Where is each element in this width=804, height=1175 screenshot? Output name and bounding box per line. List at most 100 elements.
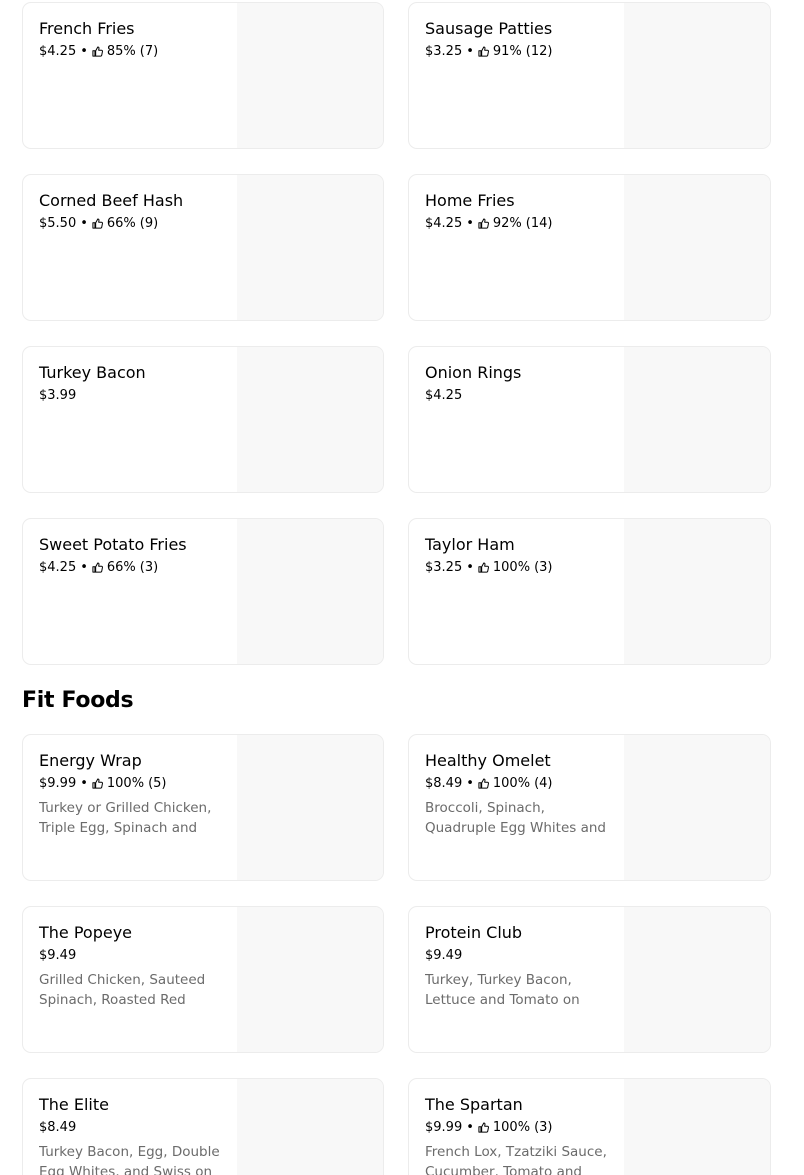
item-image-placeholder [624, 1079, 770, 1175]
card-text: The Spartan $9.99 • 100% (3) French Lox, Tzat… [425, 1094, 607, 1175]
card-text: Energy Wrap $9.99 • 100% (5) Turkey or Grille… [39, 750, 221, 838]
item-name: The Elite [39, 1095, 109, 1114]
menu-item-card-corned-beef-hash[interactable]: Corned Beef Hash $5.50 • 66% (9) [22, 174, 384, 321]
item-name: Onion Rings [425, 363, 522, 382]
item-meta: $3.99 [39, 387, 221, 404]
item-meta: $9.99 • 100% (5) [39, 775, 221, 792]
menu-item-card-home-fries[interactable]: Home Fries $4.25 • 92% (14) [408, 174, 771, 321]
item-price: $4.25 [39, 44, 77, 59]
side-items-grid: French Fries $4.25 • 85% (7) Sausage Patties $… [22, 2, 771, 665]
item-rating-count: (12) [525, 44, 553, 59]
item-price: $8.49 [39, 1120, 77, 1135]
thumbs-up-icon [478, 778, 489, 789]
item-rating-count: (3) [139, 560, 159, 575]
card-text: Healthy Omelet $8.49 • 100% (4) Broccoli, Spi… [425, 750, 607, 838]
card-text: The Popeye $9.49 Grilled Chicken, Sauteed … [39, 922, 221, 1010]
item-meta: $5.50 • 66% (9) [39, 215, 221, 232]
item-meta: $3.25 • 91% (12) [425, 43, 607, 60]
item-image-placeholder [624, 175, 770, 320]
item-rating: 92% [492, 216, 522, 231]
separator-dot: • [466, 560, 474, 575]
card-text: Taylor Ham $3.25 • 100% (3) [425, 534, 607, 576]
card-text: Home Fries $4.25 • 92% (14) [425, 190, 607, 232]
item-name: Taylor Ham [425, 535, 515, 554]
item-rating: 91% [492, 44, 522, 59]
item-image-placeholder [624, 347, 770, 492]
item-rating-count: (14) [525, 216, 553, 231]
menu-item-card-onion-rings[interactable]: Onion Rings $4.25 [408, 346, 771, 493]
separator-dot: • [466, 216, 474, 231]
item-image-placeholder [624, 3, 770, 148]
menu-item-card-healthy-omelet[interactable]: Healthy Omelet $8.49 • 100% (4) Broccoli, Spi… [408, 734, 771, 881]
item-price: $9.99 [39, 776, 77, 791]
item-meta: $4.25 [425, 387, 607, 404]
card-text: Onion Rings $4.25 [425, 362, 607, 404]
menu-item-card-sweet-potato-fries[interactable]: Sweet Potato Fries $4.25 • 66% (3) [22, 518, 384, 665]
item-price: $3.99 [39, 388, 77, 403]
item-image-placeholder [624, 735, 770, 880]
item-price: $9.99 [425, 1120, 463, 1135]
item-meta: $4.25 • 85% (7) [39, 43, 221, 60]
item-image-placeholder [237, 175, 383, 320]
separator-dot: • [80, 216, 88, 231]
thumbs-up-icon [478, 1122, 489, 1133]
item-rating: 100% [492, 560, 531, 575]
item-name: Healthy Omelet [425, 751, 551, 770]
item-rating: 85% [106, 44, 136, 59]
card-text: Corned Beef Hash $5.50 • 66% (9) [39, 190, 221, 232]
item-name: Protein Club [425, 923, 523, 942]
item-name: The Spartan [425, 1095, 523, 1114]
item-meta: $9.49 [39, 947, 221, 964]
section-title-fit-foods: Fit Foods [22, 688, 134, 713]
menu-item-card-energy-wrap[interactable]: Energy Wrap $9.99 • 100% (5) Turkey or Grille… [22, 734, 384, 881]
separator-dot: • [80, 560, 88, 575]
item-price: $3.25 [425, 44, 463, 59]
item-price: $4.25 [39, 560, 77, 575]
item-name: The Popeye [39, 923, 133, 942]
item-rating: 66% [106, 560, 136, 575]
item-description: Turkey or Grilled Chicken, Triple Egg, S… [39, 800, 212, 836]
item-rating: 66% [106, 216, 136, 231]
item-meta: $8.49 • 100% (4) [425, 775, 607, 792]
item-rating-count: (9) [139, 216, 159, 231]
thumbs-up-icon [92, 218, 103, 229]
item-price: $4.25 [425, 388, 463, 403]
item-rating-count: (4) [534, 776, 553, 791]
menu-item-card-the-elite[interactable]: The Elite $8.49 Turkey Bacon, Egg, Double … [22, 1078, 384, 1175]
card-text: French Fries $4.25 • 85% (7) [39, 18, 221, 60]
item-description: Turkey, Turkey Bacon, Lettuce and Tomato… [425, 972, 580, 1008]
thumbs-up-icon [92, 778, 103, 789]
item-name: Home Fries [425, 191, 515, 210]
menu-item-card-turkey-bacon[interactable]: Turkey Bacon $3.99 [22, 346, 384, 493]
item-meta: $9.99 • 100% (3) [425, 1119, 607, 1136]
card-text: Turkey Bacon $3.99 [39, 362, 221, 404]
menu-item-card-protein-club[interactable]: Protein Club $9.49 Turkey, Turkey Bacon, L… [408, 906, 771, 1053]
menu-item-card-sausage-patties[interactable]: Sausage Patties $3.25 • 91% (12) [408, 2, 771, 149]
item-meta: $4.25 • 66% (3) [39, 559, 221, 576]
thumbs-up-icon [478, 218, 489, 229]
thumbs-up-icon [478, 562, 489, 573]
item-image-placeholder [237, 907, 383, 1052]
item-image-placeholder [237, 735, 383, 880]
item-price: $4.25 [425, 216, 463, 231]
separator-dot: • [466, 44, 474, 59]
card-text: The Elite $8.49 Turkey Bacon, Egg, Double … [39, 1094, 221, 1175]
menu-item-card-the-popeye[interactable]: The Popeye $9.49 Grilled Chicken, Sauteed … [22, 906, 384, 1053]
item-rating: 100% [106, 776, 145, 791]
thumbs-up-icon [478, 46, 489, 57]
menu-item-card-taylor-ham[interactable]: Taylor Ham $3.25 • 100% (3) [408, 518, 771, 665]
item-rating: 100% [492, 776, 531, 791]
card-text: Protein Club $9.49 Turkey, Turkey Bacon, L… [425, 922, 607, 1010]
item-image-placeholder [237, 1079, 383, 1175]
item-meta: $8.49 [39, 1119, 221, 1136]
item-image-placeholder [237, 519, 383, 664]
item-rating-count: (7) [139, 44, 159, 59]
menu-item-card-french-fries[interactable]: French Fries $4.25 • 85% (7) [22, 2, 384, 149]
item-name: Energy Wrap [39, 751, 142, 770]
menu-item-card-the-spartan[interactable]: The Spartan $9.99 • 100% (3) French Lox, Tzat… [408, 1078, 771, 1175]
item-price: $9.49 [39, 948, 77, 963]
separator-dot: • [80, 776, 88, 791]
separator-dot: • [80, 44, 88, 59]
item-name: Corned Beef Hash [39, 191, 184, 210]
item-image-placeholder [237, 347, 383, 492]
